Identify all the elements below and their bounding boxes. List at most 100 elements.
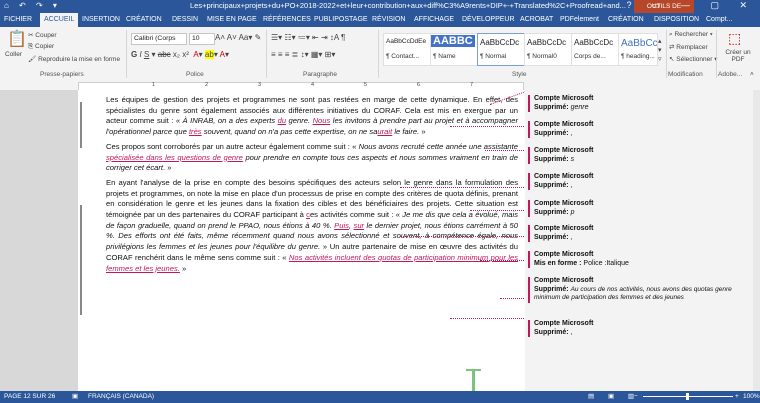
tracked-insertion[interactable]: très [189, 127, 202, 136]
page-count[interactable]: PAGE 12 SUR 26 [4, 391, 55, 403]
comment-leader-line [485, 150, 528, 151]
text-cursor-marker [472, 369, 475, 391]
tab-mise-en-page[interactable]: MISE EN PAGE [207, 13, 257, 27]
pdf-icon[interactable]: ⬚ [728, 30, 741, 47]
revision-balloon[interactable]: Compte Microsoft Supprimé: Au cours de no… [528, 277, 759, 303]
replace-icon: ⇄ [669, 44, 675, 51]
tab-creation[interactable]: CRÉATION [126, 13, 162, 27]
ruler-mark: 5 [364, 82, 368, 88]
font-name-select[interactable]: Calibri (Corps [131, 33, 187, 45]
horizontal-ruler[interactable]: 1 2 3 4 5 6 7 [0, 81, 760, 91]
select-button[interactable]: ↖ Sélectionner ▾ [669, 55, 717, 63]
style-gallery-scroll[interactable]: ▴ ▾ ▿ [658, 37, 662, 64]
format-painter-button[interactable]: 🖌 Reproduire la mise en forme [28, 55, 120, 63]
cut-button[interactable]: ✂ Couper [28, 31, 57, 39]
replace-label: Remplacer [676, 44, 708, 51]
language-indicator[interactable]: FRANÇAIS (CANADA) [88, 391, 154, 403]
style-normal[interactable]: AaBbCcDc ¶ Normal [477, 33, 525, 66]
tab-fichier[interactable]: FICHIER [0, 13, 36, 27]
comment-author: Compte Microsoft [534, 200, 594, 207]
tracked-insertion[interactable]: du [278, 116, 286, 125]
ruler-mark: 4 [311, 82, 315, 88]
vertical-scrollbar[interactable] [753, 90, 760, 391]
zoom-in-icon[interactable]: + [735, 391, 739, 403]
revision-text: , [570, 129, 573, 137]
tab-insertion[interactable]: INSERTION [82, 13, 120, 27]
ruler-mark: 1 [152, 82, 156, 88]
font-grow-shrink-buttons[interactable]: A˄ A˅ Aa▾ ✎ [215, 33, 261, 42]
style-name-heading[interactable]: AABBC ¶ Name [430, 33, 478, 66]
tracked-insertion[interactable]: sur [354, 221, 365, 230]
style-name: ¶ Contact... [386, 53, 420, 60]
zoom-level[interactable]: 100% [743, 391, 760, 403]
tab-pdfelement[interactable]: PDFelement [560, 13, 599, 27]
window-title: Les+principaux+projets+du+PO+2018-2022+e… [190, 1, 626, 10]
font-size-select[interactable]: 10 [189, 33, 215, 45]
view-mode-icons[interactable]: ▤ ▣ ▥ [588, 391, 640, 403]
paragraph: Les équipes de gestion des projets et pr… [106, 95, 518, 138]
comment-leader-line [450, 318, 528, 319]
tracked-insertion[interactable]: urait [377, 127, 392, 136]
style-name: Corps de... [574, 53, 606, 60]
tab-affichage[interactable]: AFFICHAGE [414, 13, 454, 27]
tab-dessin[interactable]: DESSIN [172, 13, 198, 27]
tab-acrobat[interactable]: ACROBAT [520, 13, 553, 27]
cursor-icon: ↖ [669, 56, 675, 63]
style-heading[interactable]: AaBbCc ¶ heading... [618, 33, 658, 66]
create-pdf-button[interactable]: Créer un PDF [720, 49, 756, 63]
paste-icon[interactable]: 📋 [7, 29, 27, 49]
comment-author: Compte Microsoft [534, 277, 594, 284]
tab-revision[interactable]: RÉVISION [372, 13, 405, 27]
search-icon: ⌕ [669, 31, 673, 38]
quote-text: genre. [286, 116, 313, 126]
tab-table-creation[interactable]: CRÉATION [608, 13, 644, 27]
revision-balloon[interactable]: Compte Microsoft Supprimé: , [528, 320, 759, 337]
revision-type: Supprimé: [534, 285, 569, 293]
window-controls[interactable]: ? ▭ — ▢ ✕ [626, 0, 756, 11]
replace-button[interactable]: ⇄ Remplacer [669, 43, 708, 51]
find-button[interactable]: ⌕ Rechercher ▾ [669, 31, 713, 39]
list-indent-buttons[interactable]: ☰▾ ☷▾ ≔▾ ⇤ ⇥ ↕A ¶ [271, 33, 345, 42]
collapse-ribbon-icon[interactable]: ˄ [750, 71, 754, 78]
group-label-clipboard: Presse-papiers [40, 71, 84, 78]
tracked-insertion[interactable]: spécialisée dans les questions de genre [106, 153, 243, 162]
group-label-edit: Modification [668, 71, 703, 78]
comment-leader-line [470, 210, 528, 211]
proofing-icon[interactable]: ▣ [72, 391, 78, 403]
account-name[interactable]: Compt... [706, 13, 732, 27]
comment-leader-line [500, 298, 528, 299]
tab-publipostage[interactable]: PUBLIPOSTAGE [314, 13, 368, 27]
tab-references[interactable]: RÉFÉRENCES [263, 13, 311, 27]
revision-balloon[interactable]: Compte Microsoft Supprimé: s [528, 147, 759, 164]
quick-access-toolbar[interactable]: ⌂ ↶ ↷ ▾ [4, 1, 61, 10]
revision-balloon[interactable]: Compte Microsoft Supprimé: , [528, 121, 759, 138]
document-page[interactable]: Les équipes de gestion des projets et pr… [78, 90, 525, 391]
revision-balloon[interactable]: Compte Microsoft Mis en forme : Police :I… [528, 251, 759, 268]
tracked-insertion[interactable]: Puis [334, 221, 349, 230]
find-label: Rechercher [674, 31, 709, 38]
copy-button[interactable]: ⎘ Copier [28, 43, 54, 51]
style-normal0[interactable]: AaBbCcDc ¶ Normal0 [524, 33, 572, 66]
font-format-buttons[interactable]: G I S ▾ abc x₂ x² A▾ ab▾ A▾ [131, 50, 229, 59]
paste-button[interactable]: Coller [5, 51, 22, 58]
style-corps-de-texte[interactable]: AaBbCcDc Corps de... [571, 33, 619, 66]
text-run: » [179, 263, 187, 273]
paragraph: En ayant l'analyse de la prise en compte… [106, 178, 518, 274]
tracked-insertion[interactable]: Nous [313, 116, 331, 125]
revision-balloon[interactable]: Compte Microsoft Supprimé: , [528, 173, 759, 190]
revision-balloon[interactable]: Compte Microsoft Supprimé: p [528, 200, 759, 217]
tab-accueil[interactable]: ACCUEIL [40, 13, 79, 27]
alignment-buttons[interactable]: ≡ ≡ ≡ ≣ ↕▾ ▦▾ ⊞▾ [271, 50, 335, 59]
ribbon-tabs: FICHIER ACCUEIL INSERTION CRÉATION DESSI… [0, 13, 760, 27]
style-preview: AaBbCcDc [527, 38, 567, 47]
tab-table-disposition[interactable]: DISPOSITION [654, 13, 699, 27]
ruler-mark: 7 [470, 82, 474, 88]
revision-balloon[interactable]: Compte Microsoft Supprimé: genre [528, 95, 759, 112]
group-label-font: Police [186, 71, 204, 78]
style-contact[interactable]: AaBbCcDdEe ¶ Contact... [383, 33, 431, 66]
zoom-out-icon[interactable]: − [634, 391, 638, 403]
tab-developpeur[interactable]: DÉVELOPPEUR [462, 13, 515, 27]
zoom-slider-thumb[interactable] [686, 393, 689, 400]
revision-balloon[interactable]: Compte Microsoft Supprimé: , [528, 225, 759, 242]
text-run: . » [162, 163, 172, 173]
